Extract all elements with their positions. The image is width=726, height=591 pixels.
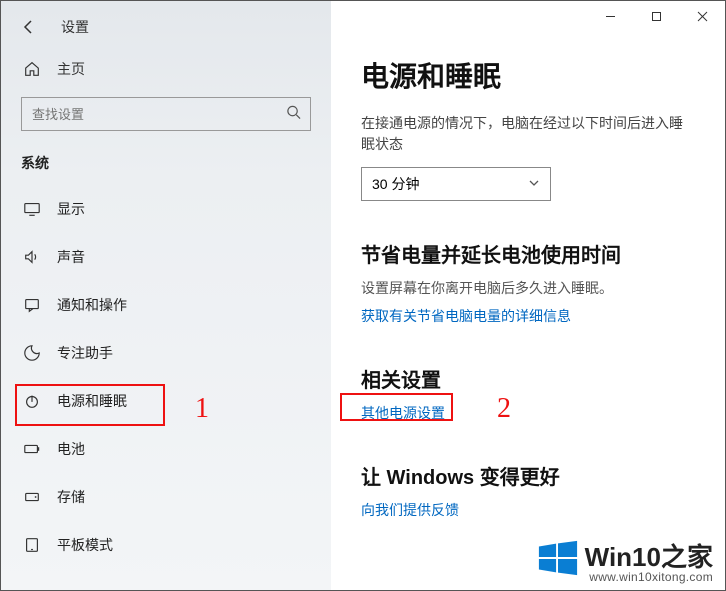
sidebar-home[interactable]: 主页: [1, 45, 331, 93]
sidebar-item-tablet[interactable]: 平板模式: [1, 521, 331, 569]
maximize-button[interactable]: [633, 1, 679, 31]
search-container: [21, 97, 311, 131]
battery-icon: [21, 440, 43, 458]
sidebar-item-label: 电源和睡眠: [57, 391, 127, 411]
back-button[interactable]: [17, 15, 41, 39]
power-icon: [21, 392, 43, 410]
select-value: 30 分钟: [372, 174, 419, 194]
sidebar-item-storage[interactable]: 存储: [1, 473, 331, 521]
other-power-settings-link[interactable]: 其他电源设置: [361, 403, 445, 423]
close-button[interactable]: [679, 1, 725, 31]
sidebar-item-display[interactable]: 显示: [1, 185, 331, 233]
feedback-section-title: 让 Windows 变得更好: [361, 461, 695, 490]
sidebar-item-focus[interactable]: 专注助手: [1, 329, 331, 377]
home-icon: [21, 60, 43, 78]
settings-sidebar: 设置 主页 系统 显示 声音 通知: [1, 1, 331, 590]
app-title: 设置: [61, 17, 89, 37]
sidebar-item-power[interactable]: 电源和睡眠: [1, 377, 331, 425]
minimize-button[interactable]: [587, 1, 633, 31]
category-heading: 系统: [1, 147, 331, 185]
sidebar-item-label: 通知和操作: [57, 295, 127, 315]
sidebar-item-notifications[interactable]: 通知和操作: [1, 281, 331, 329]
storage-icon: [21, 488, 43, 506]
related-section-title: 相关设置: [361, 364, 695, 393]
display-icon: [21, 200, 43, 218]
sidebar-item-label: 专注助手: [57, 343, 113, 363]
sidebar-item-sound[interactable]: 声音: [1, 233, 331, 281]
sidebar-item-battery[interactable]: 电池: [1, 425, 331, 473]
sound-icon: [21, 248, 43, 266]
battery-info-link[interactable]: 获取有关节省电脑电量的详细信息: [361, 306, 571, 326]
battery-section-title: 节省电量并延长电池使用时间: [361, 239, 695, 268]
sidebar-item-label: 平板模式: [57, 535, 113, 555]
sidebar-item-label: 存储: [57, 487, 85, 507]
search-icon: [286, 105, 301, 124]
tablet-icon: [21, 536, 43, 554]
search-input[interactable]: [21, 97, 311, 131]
sidebar-item-label: 声音: [57, 247, 85, 267]
window-controls: [587, 1, 725, 31]
watermark-url: www.win10xitong.com: [585, 570, 713, 584]
titlebar: 设置: [1, 11, 331, 45]
battery-hint: 设置屏幕在你离开电脑后多久进入睡眠。: [361, 278, 695, 298]
main-content: 电源和睡眠 在接通电源的情况下，电脑在经过以下时间后进入睡眠状态 30 分钟 节…: [331, 1, 725, 590]
sidebar-item-label: 电池: [57, 439, 85, 459]
sleep-timeout-select[interactable]: 30 分钟: [361, 167, 551, 201]
watermark: Win10之家 www.win10xitong.com: [537, 537, 713, 584]
notifications-icon: [21, 296, 43, 314]
sidebar-nav: 显示 声音 通知和操作 专注助手 电源和睡眠 电池: [1, 185, 331, 569]
windows-logo-icon: [537, 537, 579, 584]
sleep-description: 在接通电源的情况下，电脑在经过以下时间后进入睡眠状态: [361, 113, 695, 155]
focus-icon: [21, 344, 43, 362]
feedback-link[interactable]: 向我们提供反馈: [361, 500, 459, 520]
watermark-brand: Win10之家: [585, 537, 713, 574]
home-label: 主页: [57, 59, 85, 79]
chevron-down-icon: [528, 177, 540, 192]
sidebar-item-label: 显示: [57, 199, 85, 219]
page-title: 电源和睡眠: [361, 55, 695, 95]
